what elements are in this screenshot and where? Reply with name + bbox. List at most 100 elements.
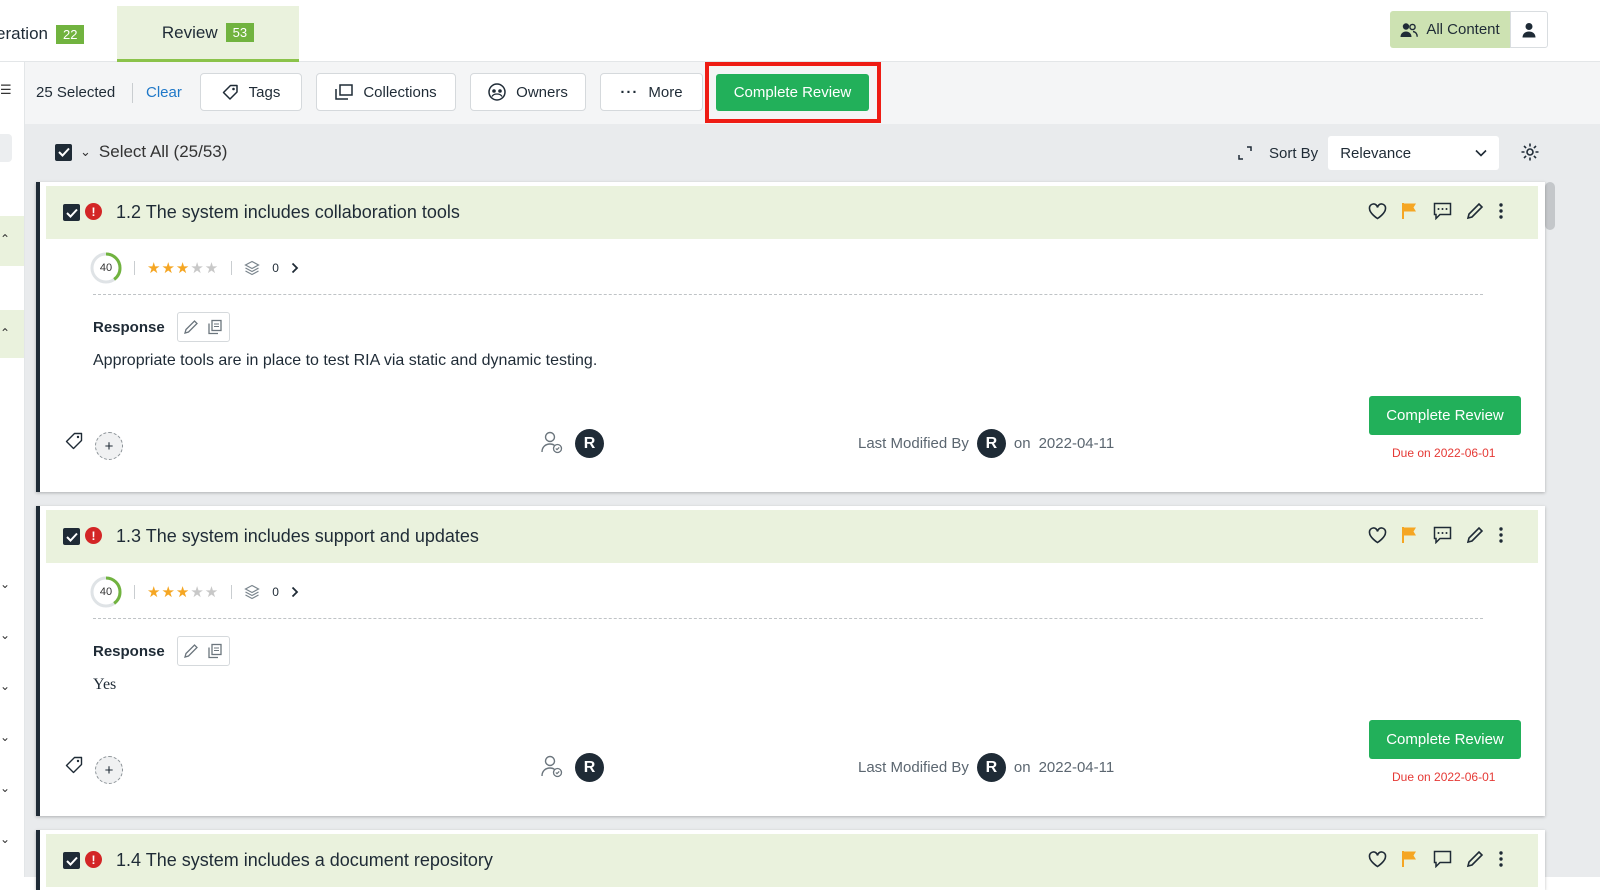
owners-icon bbox=[488, 83, 506, 101]
avatar[interactable]: R bbox=[575, 753, 604, 782]
add-tag-button[interactable]: + bbox=[95, 432, 123, 460]
kebab-menu-icon[interactable] bbox=[1498, 850, 1504, 868]
flag-icon[interactable] bbox=[1401, 202, 1419, 220]
scrollbar[interactable] bbox=[1545, 182, 1555, 230]
heart-icon[interactable] bbox=[1368, 850, 1387, 868]
comment-icon[interactable] bbox=[1433, 526, 1452, 544]
chevron-down-icon[interactable]: ⌄ bbox=[80, 144, 91, 160]
comment-icon[interactable] bbox=[1433, 202, 1452, 220]
tag-icon[interactable] bbox=[65, 756, 83, 774]
edit-pencil-icon[interactable] bbox=[1466, 526, 1484, 544]
alert-icon: ! bbox=[85, 527, 102, 544]
collections-count: 0 bbox=[272, 261, 279, 275]
kebab-menu-icon[interactable] bbox=[1498, 202, 1504, 220]
sidebar-section[interactable]: ⌃ bbox=[0, 310, 24, 358]
user-button[interactable] bbox=[1510, 11, 1548, 48]
highlight-box bbox=[705, 62, 881, 123]
settings-gear-icon[interactable] bbox=[1520, 142, 1540, 162]
comment-icon[interactable] bbox=[1433, 850, 1452, 868]
check-icon bbox=[65, 856, 78, 866]
question-title[interactable]: 1.3 The system includes support and upda… bbox=[116, 526, 479, 547]
menu-icon[interactable]: ☰ bbox=[0, 82, 12, 98]
divider bbox=[231, 585, 233, 599]
tab-review[interactable]: Review 53 bbox=[117, 6, 299, 62]
layers-icon bbox=[244, 584, 261, 600]
star-rating[interactable]: ★★★★★ bbox=[147, 259, 219, 277]
more-dots-icon: ··· bbox=[620, 83, 639, 101]
edit-pencil-icon[interactable] bbox=[183, 643, 199, 659]
collections-button[interactable]: Collections bbox=[316, 73, 456, 111]
tab-generation-count: 22 bbox=[55, 24, 85, 44]
heart-icon[interactable] bbox=[1368, 202, 1387, 220]
heart-icon[interactable] bbox=[1368, 526, 1387, 544]
tag-icon[interactable] bbox=[65, 432, 83, 450]
score-value: 40 bbox=[99, 586, 113, 598]
on-label: on bbox=[1013, 759, 1031, 776]
response-header: Response bbox=[93, 312, 230, 342]
review-card: ! 1.4 The system includes a document rep… bbox=[36, 830, 1545, 890]
avatar[interactable]: R bbox=[976, 429, 1006, 458]
card-checkbox[interactable] bbox=[63, 204, 80, 221]
select-all-label: Select All (25/53) bbox=[98, 142, 228, 161]
card-actions bbox=[1368, 526, 1504, 544]
expand-icon[interactable] bbox=[1237, 145, 1253, 161]
sidebar-section[interactable]: ⌃ bbox=[0, 216, 24, 266]
tab-generation-label: eration bbox=[0, 24, 48, 43]
clear-link[interactable]: Clear bbox=[146, 84, 182, 101]
more-button[interactable]: ··· More bbox=[600, 73, 703, 111]
chevron-down-icon[interactable]: ⌄ bbox=[0, 832, 10, 846]
flag-icon[interactable] bbox=[1401, 850, 1419, 868]
owners-button[interactable]: Owners bbox=[470, 73, 586, 111]
tab-review-label: Review bbox=[161, 22, 218, 42]
chevron-down-icon[interactable]: ⌄ bbox=[0, 628, 10, 642]
complete-review-button[interactable]: Complete Review bbox=[1369, 396, 1521, 435]
edit-pencil-icon[interactable] bbox=[183, 319, 199, 335]
review-card: ! 1.2 The system includes collaboration … bbox=[36, 182, 1545, 492]
collections-label: Collections bbox=[363, 83, 437, 101]
left-sidebar: ☰ ⌃ ⌃ ⌄ ⌄ ⌄ ⌄ ⌄ ⌄ bbox=[0, 62, 25, 877]
star-rating[interactable]: ★★★★★ bbox=[147, 583, 219, 601]
all-content-button[interactable]: All Content bbox=[1390, 11, 1510, 48]
copy-icon[interactable] bbox=[207, 319, 223, 335]
tags-button[interactable]: Tags bbox=[200, 73, 302, 111]
chevron-down-icon[interactable]: ⌄ bbox=[0, 577, 10, 591]
card-checkbox[interactable] bbox=[63, 852, 80, 869]
complete-review-button[interactable]: Complete Review bbox=[1369, 720, 1521, 759]
select-all[interactable]: ⌄ Select All (25/53) bbox=[55, 142, 227, 162]
all-content-label: All Content bbox=[1426, 21, 1500, 38]
copy-icon[interactable] bbox=[207, 643, 223, 659]
card-actions bbox=[1368, 202, 1504, 220]
due-date: Due on 2022-06-01 bbox=[1392, 770, 1496, 784]
edit-pencil-icon[interactable] bbox=[1466, 850, 1484, 868]
chevron-down-icon[interactable]: ⌄ bbox=[0, 781, 10, 795]
chevron-down-icon[interactable]: ⌄ bbox=[0, 679, 10, 693]
chevron-right-icon[interactable] bbox=[291, 262, 299, 274]
chevron-right-icon[interactable] bbox=[291, 586, 299, 598]
check-icon bbox=[65, 532, 78, 542]
kebab-menu-icon[interactable] bbox=[1498, 526, 1504, 544]
flag-icon[interactable] bbox=[1401, 526, 1419, 544]
response-actions bbox=[176, 312, 230, 342]
card-checkbox[interactable] bbox=[63, 528, 80, 545]
sidebar-search-input[interactable] bbox=[0, 134, 12, 162]
owner-icon[interactable] bbox=[540, 754, 564, 778]
question-title[interactable]: 1.4 The system includes a document repos… bbox=[116, 850, 493, 871]
check-icon bbox=[65, 208, 78, 218]
select-all-checkbox[interactable] bbox=[55, 143, 72, 161]
avatar[interactable]: R bbox=[976, 753, 1006, 782]
last-modified: Last Modified By R on 2022-04-11 bbox=[858, 429, 1114, 458]
tags-label: Tags bbox=[248, 83, 281, 101]
tab-generation[interactable]: eration 22 bbox=[0, 6, 85, 62]
review-card: ! 1.3 The system includes support and up… bbox=[36, 506, 1545, 816]
sort-select[interactable]: Relevance bbox=[1328, 136, 1500, 170]
alert-icon: ! bbox=[85, 203, 102, 220]
edit-pencil-icon[interactable] bbox=[1466, 202, 1484, 220]
owner-icon[interactable] bbox=[540, 430, 564, 454]
avatar[interactable]: R bbox=[575, 429, 604, 458]
question-title[interactable]: 1.2 The system includes collaboration to… bbox=[116, 202, 460, 223]
chevron-down-icon[interactable]: ⌄ bbox=[0, 730, 10, 744]
add-tag-button[interactable]: + bbox=[95, 756, 123, 784]
selected-label: Selected bbox=[56, 84, 116, 101]
on-label: on bbox=[1013, 435, 1031, 452]
chevron-up-icon: ⌃ bbox=[0, 232, 11, 246]
